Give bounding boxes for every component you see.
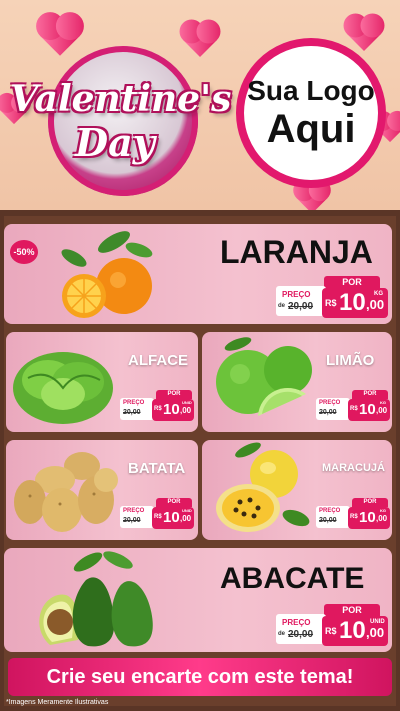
currency: R$ bbox=[154, 514, 162, 520]
currency: R$ bbox=[350, 406, 358, 412]
product-name: LARANJA bbox=[220, 234, 373, 270]
product-name: ABACATE bbox=[220, 562, 365, 595]
logo-line2: Aqui bbox=[266, 107, 356, 151]
por-label: POR bbox=[324, 604, 380, 616]
badge-title-line1: Valentine's bbox=[10, 78, 232, 120]
unit: KG bbox=[380, 508, 386, 513]
passion-fruit-icon bbox=[216, 442, 310, 532]
lime-icon bbox=[216, 337, 312, 416]
por-label: POR bbox=[156, 390, 192, 399]
logo-placeholder[interactable]: Sua Logo Aqui bbox=[236, 38, 386, 188]
price-dec: ,00 bbox=[376, 514, 388, 523]
currency: R$ bbox=[350, 514, 358, 520]
preco-label: PREÇO bbox=[282, 618, 311, 627]
product-name: MARACUJÁ bbox=[322, 462, 385, 474]
product-name: LIMÃO bbox=[326, 352, 375, 369]
unit: KG bbox=[380, 400, 386, 405]
header: Valentine's Day Sua Logo Aqui bbox=[0, 0, 400, 210]
current-price: R$ 10 ,00 KG bbox=[322, 288, 388, 318]
currency: R$ bbox=[325, 626, 337, 636]
currency: R$ bbox=[154, 406, 162, 412]
discount-badge: -50% bbox=[10, 240, 38, 264]
price-dec: ,00 bbox=[180, 406, 192, 415]
product-name: ALFACE bbox=[128, 352, 188, 369]
price-int: 10 bbox=[359, 509, 376, 526]
avocado-icon bbox=[39, 551, 153, 647]
current-price: R$ 10 ,00 KG bbox=[348, 399, 390, 421]
price-int: 10 bbox=[339, 289, 366, 316]
cta-banner[interactable]: Crie seu encarte com este tema! bbox=[8, 658, 392, 696]
product-card-alface[interactable]: ALFACE POR PREÇO 20,00 R$ 10 ,00 UNID bbox=[6, 332, 198, 432]
por-label: POR bbox=[324, 276, 380, 288]
current-price: R$ 10 ,00 UNID bbox=[322, 616, 388, 646]
currency: R$ bbox=[325, 298, 337, 308]
potato-icon bbox=[14, 452, 118, 532]
price-dec: ,00 bbox=[376, 406, 388, 415]
product-card-abacate[interactable]: ABACATE POR PREÇO 20,00 de R$ 10 ,00 UNI… bbox=[4, 548, 392, 652]
preco-label: PREÇO bbox=[282, 290, 311, 299]
price-box: POR PREÇO 20,00 de R$ 10 ,00 KG bbox=[276, 276, 388, 320]
product-card-maracuja[interactable]: MARACUJÁ POR PREÇO 20,00 R$ 10 ,00 KG bbox=[202, 440, 392, 540]
current-price: R$ 10 ,00 UNID bbox=[152, 507, 194, 529]
logo-line1: Sua Logo bbox=[247, 75, 375, 106]
preco-label: PREÇO bbox=[319, 400, 341, 406]
product-card-limao[interactable]: LIMÃO POR PREÇO 20,00 R$ 10 ,00 KG bbox=[202, 332, 392, 432]
old-price-prefix: de bbox=[278, 631, 286, 637]
product-card-batata[interactable]: BATATA POR PREÇO 20,00 R$ 10 ,00 UNID bbox=[6, 440, 198, 540]
unit: UNID bbox=[370, 619, 385, 625]
price-box: POR PREÇO 20,00 R$ 10 ,00 KG bbox=[316, 390, 390, 424]
por-label: POR bbox=[156, 498, 192, 507]
price-int: 10 bbox=[163, 401, 180, 418]
old-price-tag: PREÇO 20,00 de bbox=[276, 286, 326, 316]
por-label: POR bbox=[352, 498, 388, 507]
old-price-tag: PREÇO 20,00 bbox=[316, 506, 350, 528]
old-price: 20,00 bbox=[319, 409, 337, 416]
product-card-laranja[interactable]: -50% LARANJA POR PREÇO 20,00 de R$ 10 ,0… bbox=[4, 224, 392, 324]
old-price-tag: PREÇO 20,00 de bbox=[276, 614, 326, 644]
preco-label: PREÇO bbox=[123, 508, 145, 514]
price-dec: ,00 bbox=[180, 514, 192, 523]
old-price: 20,00 bbox=[288, 301, 314, 312]
old-price-prefix: de bbox=[278, 303, 286, 309]
old-price-tag: PREÇO 20,00 bbox=[120, 506, 154, 528]
por-label: POR bbox=[352, 390, 388, 399]
unit: UNID bbox=[182, 508, 192, 513]
valentines-day-badge: Valentine's Day bbox=[10, 40, 231, 200]
preco-label: PREÇO bbox=[123, 400, 145, 406]
heart-icon bbox=[347, 17, 381, 51]
unit: UNID bbox=[182, 400, 192, 405]
orange-icon bbox=[61, 231, 153, 318]
footnote: *Imagens Meramente Ilustrativas bbox=[6, 699, 109, 706]
current-price: R$ 10 ,00 KG bbox=[348, 507, 390, 529]
price-dec: ,00 bbox=[366, 297, 385, 312]
old-price-tag: PREÇO 20,00 bbox=[120, 398, 154, 420]
price-int: 10 bbox=[163, 509, 180, 526]
price-dec: ,00 bbox=[366, 625, 385, 640]
price-int: 10 bbox=[359, 401, 376, 418]
lettuce-icon bbox=[13, 352, 113, 424]
old-price: 20,00 bbox=[123, 517, 141, 524]
product-name: BATATA bbox=[128, 460, 186, 477]
old-price: 20,00 bbox=[288, 629, 314, 640]
old-price: 20,00 bbox=[123, 409, 141, 416]
price-int: 10 bbox=[339, 617, 366, 644]
unit: KG bbox=[374, 291, 383, 297]
preco-label: PREÇO bbox=[319, 508, 341, 514]
old-price: 20,00 bbox=[319, 517, 337, 524]
badge-title-line2: Day bbox=[75, 120, 155, 165]
old-price-tag: PREÇO 20,00 bbox=[316, 398, 350, 420]
current-price: R$ 10 ,00 UNID bbox=[152, 399, 194, 421]
price-box: POR PREÇO 20,00 de R$ 10 ,00 UNID bbox=[276, 604, 388, 648]
price-box: POR PREÇO 20,00 R$ 10 ,00 UNID bbox=[120, 390, 194, 424]
price-box: POR PREÇO 20,00 R$ 10 ,00 KG bbox=[316, 498, 390, 532]
price-box: POR PREÇO 20,00 R$ 10 ,00 UNID bbox=[120, 498, 194, 532]
